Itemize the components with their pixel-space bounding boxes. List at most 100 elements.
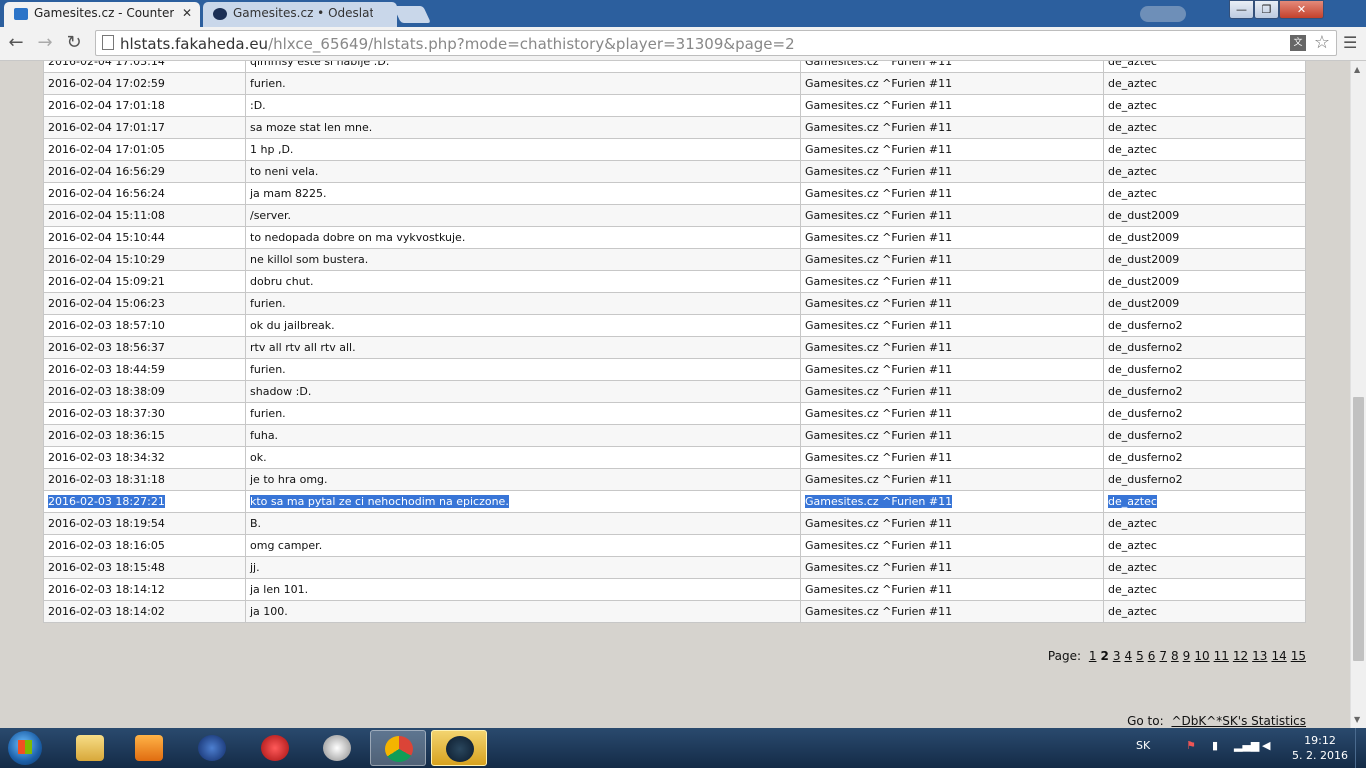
network-warning-icon[interactable]: ⚑ — [1186, 739, 1196, 752]
browser-menu-icon[interactable]: ☰ — [1343, 33, 1359, 52]
cell-map-text: de_dust2009 — [1108, 231, 1180, 244]
cell-message: 1 hp ,D. — [245, 138, 801, 161]
signal-icon[interactable]: ▂▄▆ — [1234, 739, 1259, 752]
page-link-4[interactable]: 4 — [1124, 649, 1132, 663]
page-link-13[interactable]: 13 — [1252, 649, 1267, 663]
cell-map-text: de_aztec — [1108, 77, 1157, 90]
page-link-14[interactable]: 14 — [1271, 649, 1286, 663]
table-row: 2016-02-03 18:15:48 jj. Gamesites.cz ^Furi… — [43, 556, 1306, 579]
cell-date: 2016-02-03 18:27:21 — [43, 490, 246, 513]
page-link-5[interactable]: 5 — [1136, 649, 1144, 663]
page-link-15[interactable]: 15 — [1291, 649, 1306, 663]
taskbar-clock-app[interactable] — [309, 730, 365, 766]
battery-icon[interactable]: ▮ — [1212, 739, 1218, 752]
clock-app-icon — [323, 735, 351, 761]
restore-button[interactable]: ❐ — [1254, 0, 1279, 19]
clock-date: 5. 2. 2016 — [1292, 749, 1348, 762]
taskbar-explorer[interactable] — [62, 730, 118, 766]
goto-statistics-link[interactable]: ^DbK^*SK's Statistics — [1171, 714, 1306, 728]
page-icon — [102, 35, 114, 50]
page-link-7[interactable]: 7 — [1159, 649, 1167, 663]
scroll-down-arrow-icon[interactable]: ▼ — [1354, 715, 1360, 724]
cell-date: 2016-02-03 18:15:48 — [43, 556, 246, 579]
tab-gamesites-reply[interactable]: Gamesites.cz • Odeslat odpověď — [203, 2, 397, 27]
taskbar-chrome[interactable] — [370, 730, 426, 766]
cell-server: Gamesites.cz ^Furien #11 — [800, 402, 1104, 425]
url-text[interactable]: hlstats.fakaheda.eu/hlxce_65649/hlstats.… — [120, 35, 795, 53]
table-row: 2016-02-03 18:37:30 furien. Gamesites.cz ^… — [43, 402, 1306, 425]
system-clock[interactable]: 19:12 5. 2. 2016 — [1289, 733, 1351, 763]
page-link-10[interactable]: 10 — [1194, 649, 1209, 663]
cell-message-text: furien. — [250, 297, 286, 310]
cell-date-text: 2016-02-03 18:27:21 — [48, 495, 165, 508]
cell-server: Gamesites.cz ^Furien #11 — [800, 204, 1104, 227]
cell-message-text: dobru chut. — [250, 275, 314, 288]
cell-map-text: de_dusferno2 — [1108, 407, 1183, 420]
gamesites-favicon-icon — [14, 8, 28, 20]
cell-message-text: omg camper. — [250, 539, 323, 552]
vertical-scrollbar[interactable]: ▲ ▼ — [1350, 61, 1366, 728]
cell-server-text: Gamesites.cz ^Furien #11 — [805, 451, 953, 464]
taskbar-media-player[interactable] — [121, 730, 177, 766]
cell-map: de_dust2009 — [1103, 270, 1306, 293]
cell-server-text: Gamesites.cz ^Furien #11 — [805, 61, 953, 68]
start-button[interactable] — [8, 731, 42, 765]
close-window-button[interactable]: ✕ — [1279, 0, 1324, 19]
cell-date-text: 2016-02-04 15:11:08 — [48, 209, 165, 222]
tab-gamesites-counter-strike[interactable]: Gamesites.cz - Counter-Strike ✕ — [4, 2, 200, 27]
cell-date-text: 2016-02-04 17:01:17 — [48, 121, 165, 134]
translate-icon[interactable]: 文 — [1290, 35, 1306, 51]
cell-server: Gamesites.cz ^Furien #11 — [800, 138, 1104, 161]
page-link-3[interactable]: 3 — [1113, 649, 1121, 663]
minimize-button[interactable]: — — [1229, 0, 1254, 19]
cell-message-text: je to hra omg. — [250, 473, 328, 486]
cell-map: de_aztec — [1103, 138, 1306, 161]
cell-server-text: Gamesites.cz ^Furien #11 — [805, 319, 953, 332]
taskbar-pin-app[interactable] — [247, 730, 303, 766]
gamesites-favicon-icon — [213, 8, 227, 20]
profile-avatar-icon[interactable] — [1140, 6, 1186, 22]
page-link-12[interactable]: 12 — [1233, 649, 1248, 663]
cell-map-text: de_dusferno2 — [1108, 363, 1183, 376]
forward-arrow-icon[interactable]: → — [34, 32, 56, 54]
page-link-8[interactable]: 8 — [1171, 649, 1179, 663]
cell-server: Gamesites.cz ^Furien #11 — [800, 61, 1104, 73]
page-link-9[interactable]: 9 — [1183, 649, 1191, 663]
cell-date-text: 2016-02-04 17:03:14 — [48, 61, 165, 68]
table-row: 2016-02-03 18:56:37 rtv all rtv all rtv a… — [43, 336, 1306, 359]
back-arrow-icon[interactable]: ← — [5, 32, 27, 54]
cell-server: Gamesites.cz ^Furien #11 — [800, 512, 1104, 535]
page-link-1[interactable]: 1 — [1089, 649, 1097, 663]
taskbar-steam[interactable] — [431, 730, 487, 766]
page-viewport: 2016-02-04 17:03:14 qimmsy este si nabije… — [0, 61, 1350, 728]
cell-message-text: ne killol som bustera. — [250, 253, 369, 266]
cell-map-text: de_aztec — [1108, 187, 1157, 200]
cell-message: ne killol som bustera. — [245, 248, 801, 271]
cell-message: jj. — [245, 556, 801, 579]
cell-date-text: 2016-02-03 18:19:54 — [48, 517, 165, 530]
cell-server-text: Gamesites.cz ^Furien #11 — [805, 121, 953, 134]
cell-message-text: sa moze stat len mne. — [250, 121, 373, 134]
taskbar-app-user[interactable] — [184, 730, 240, 766]
cell-date: 2016-02-03 18:56:37 — [43, 336, 246, 359]
page-link-11[interactable]: 11 — [1214, 649, 1229, 663]
cell-message: ja len 101. — [245, 578, 801, 601]
cell-server-text: Gamesites.cz ^Furien #11 — [805, 605, 953, 618]
cell-message-text: /server. — [250, 209, 292, 222]
reload-icon[interactable]: ↻ — [63, 32, 85, 54]
language-indicator[interactable]: SK — [1136, 739, 1150, 752]
table-row: 2016-02-03 18:27:21 kto sa ma pytal ze ci… — [43, 490, 1306, 513]
cell-server: Gamesites.cz ^Furien #11 — [800, 94, 1104, 117]
tab-close-icon[interactable]: ✕ — [182, 6, 192, 20]
bookmark-star-icon[interactable]: ☆ — [1314, 32, 1330, 53]
show-desktop-button[interactable] — [1355, 728, 1366, 768]
scroll-up-arrow-icon[interactable]: ▲ — [1354, 65, 1360, 74]
cell-map-text: de_aztec — [1108, 165, 1157, 178]
volume-icon[interactable]: ◀ — [1262, 739, 1270, 752]
cell-date: 2016-02-03 18:57:10 — [43, 314, 246, 337]
address-bar[interactable]: hlstats.fakaheda.eu/hlxce_65649/hlstats.… — [95, 30, 1337, 56]
page-link-6[interactable]: 6 — [1148, 649, 1156, 663]
scrollbar-thumb[interactable] — [1353, 397, 1364, 661]
new-tab-button[interactable] — [393, 6, 431, 23]
cell-date: 2016-02-03 18:37:30 — [43, 402, 246, 425]
